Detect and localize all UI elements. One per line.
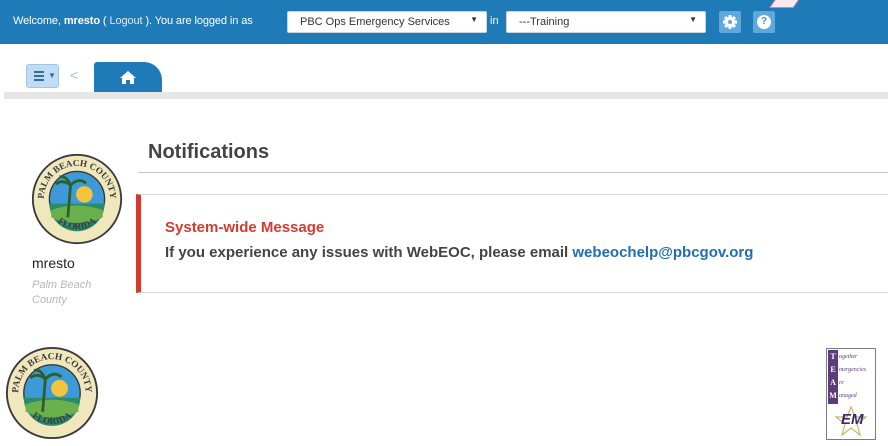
team-words: ogether mergencies re anaged xyxy=(839,351,866,403)
team-word: anaged xyxy=(839,393,857,399)
hamburger-icon xyxy=(34,71,44,83)
toolbar-divider xyxy=(4,92,888,99)
position-select[interactable]: PBC Ops Emergency Services ▼ xyxy=(287,11,487,33)
notifications-divider xyxy=(138,172,888,173)
team-word: re xyxy=(839,380,844,386)
back-button[interactable]: < xyxy=(70,67,78,83)
county-seal-logo: PALM BEACH COUNTY FLORIDA xyxy=(31,153,123,245)
footer-county-seal-logo: PALM BEACH COUNTY FLORIDA xyxy=(5,346,99,440)
team-em-text: EM xyxy=(841,411,864,428)
team-letter: A xyxy=(830,378,836,387)
system-message-panel: System-wide Message If you experience an… xyxy=(136,194,888,293)
gear-icon xyxy=(723,15,737,29)
welcome-text: Welcome, mresto ( Logout ). You are logg… xyxy=(13,15,253,27)
settings-button[interactable] xyxy=(719,11,741,33)
caret-down-icon: ▼ xyxy=(48,71,56,80)
dropdown-arrow-icon: ▼ xyxy=(470,15,478,24)
highlight-arrow xyxy=(769,0,799,8)
dropdown-arrow-icon: ▼ xyxy=(689,15,697,24)
team-em-logo: T E A M ogether mergencies re anaged EM xyxy=(826,348,876,440)
team-letters: T E A M xyxy=(828,350,838,404)
incident-select-value: ---Training xyxy=(519,16,570,28)
chevron-left-icon: < xyxy=(70,67,79,83)
logout-open-paren: ( xyxy=(99,15,110,27)
welcome-prefix: Welcome, xyxy=(13,15,64,27)
system-message-body: If you experience any issues with WebEOC… xyxy=(165,244,573,261)
team-letter: E xyxy=(830,365,836,374)
position-select-value: PBC Ops Emergency Services xyxy=(300,16,450,28)
question-circle-icon: ? xyxy=(757,15,771,29)
logged-in-as-text: ). You are logged in as xyxy=(142,15,253,27)
top-bar: Welcome, mresto ( Logout ). You are logg… xyxy=(0,0,888,44)
welcome-username: mresto xyxy=(63,15,100,27)
profile-username: mresto xyxy=(32,255,75,271)
in-label: in xyxy=(490,15,499,27)
home-icon xyxy=(120,71,136,84)
support-email-link[interactable]: webeochelp@pbcgov.org xyxy=(572,244,753,261)
team-word: ogether xyxy=(839,354,858,360)
team-letter: T xyxy=(830,352,836,361)
menu-button[interactable]: ▼ xyxy=(26,64,59,88)
profile-org-line2: County xyxy=(32,294,67,306)
logout-link[interactable]: Logout xyxy=(109,15,142,27)
home-tab[interactable] xyxy=(94,62,162,93)
incident-select[interactable]: ---Training ▼ xyxy=(506,11,706,33)
team-word: mergencies xyxy=(839,367,867,373)
notifications-title: Notifications xyxy=(148,141,270,163)
system-message-text: If you experience any issues with WebEOC… xyxy=(165,244,753,261)
help-button[interactable]: ? xyxy=(753,11,775,33)
profile-org-line1: Palm Beach xyxy=(32,279,92,291)
team-letter: M xyxy=(829,391,837,400)
system-message-heading: System-wide Message xyxy=(165,219,325,236)
